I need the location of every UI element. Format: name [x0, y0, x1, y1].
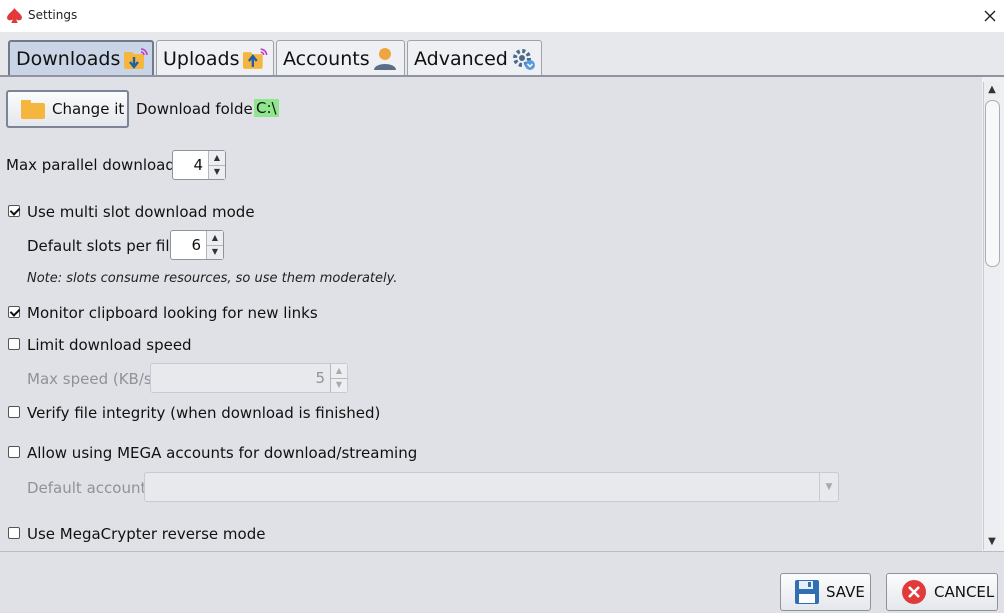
close-icon[interactable]: [978, 4, 1002, 28]
reverse-mode-checkbox[interactable]: [8, 527, 20, 539]
spinner-up-icon[interactable]: ▲: [331, 364, 347, 379]
save-button[interactable]: SAVE: [780, 573, 871, 611]
download-folder-value: C:\: [254, 99, 279, 117]
verify-integrity-label: Verify file integrity (when download is …: [27, 404, 381, 422]
default-account-label: Default account:: [27, 479, 152, 497]
slots-note: Note: slots consume resources, so use th…: [27, 271, 398, 286]
slots-spinner[interactable]: 6 ▲ ▼: [170, 230, 224, 260]
tab-advanced-label: Advanced: [414, 47, 508, 70]
max-speed-spinner[interactable]: 5 ▲ ▼: [150, 363, 348, 393]
title-bar: Settings: [0, 0, 1004, 33]
tab-advanced[interactable]: Advanced: [407, 40, 542, 76]
monitor-clipboard-checkbox[interactable]: [8, 306, 20, 318]
max-speed-label: Max speed (KB/s):: [27, 370, 163, 388]
limit-speed-label: Limit download speed: [27, 336, 192, 354]
monitor-clipboard-label: Monitor clipboard looking for new links: [27, 304, 318, 322]
spinner-down-icon[interactable]: ▼: [207, 245, 223, 259]
slots-value: 6: [191, 236, 201, 254]
default-account-select[interactable]: ▼: [144, 472, 839, 502]
folder-icon: [21, 100, 45, 119]
upload-folder-icon: [243, 47, 268, 69]
change-folder-label: Change it: [52, 100, 125, 118]
slots-label: Default slots per file:: [27, 237, 184, 255]
max-speed-value: 5: [315, 369, 325, 387]
tab-downloads[interactable]: Downloads: [8, 40, 154, 76]
user-icon: [373, 47, 396, 70]
spinner-down-icon[interactable]: ▼: [209, 165, 225, 179]
multi-slot-label: Use multi slot download mode: [27, 203, 255, 221]
download-folder-label: Download folder:: [136, 100, 264, 118]
cancel-button[interactable]: CANCEL: [886, 573, 998, 611]
tab-uploads-label: Uploads: [163, 47, 240, 70]
window-title: Settings: [28, 8, 78, 22]
mega-accounts-checkbox[interactable]: [8, 446, 20, 458]
cancel-label: CANCEL: [934, 583, 995, 601]
max-parallel-spinner[interactable]: 4 ▲ ▼: [172, 150, 226, 180]
scroll-down-icon[interactable]: ▼: [986, 536, 998, 548]
tab-uploads[interactable]: Uploads: [156, 40, 274, 76]
tab-downloads-label: Downloads: [16, 48, 121, 70]
max-parallel-label: Max parallel downloads:: [6, 156, 188, 174]
max-parallel-value: 4: [193, 156, 203, 174]
verify-integrity-checkbox[interactable]: [8, 406, 20, 418]
tab-accounts[interactable]: Accounts: [276, 40, 405, 76]
spinner-up-icon[interactable]: ▲: [209, 151, 225, 166]
spinner-down-icon[interactable]: ▼: [331, 378, 347, 392]
change-folder-button[interactable]: Change it: [6, 90, 129, 128]
tab-accounts-label: Accounts: [283, 47, 370, 70]
gear-icon: [512, 48, 535, 70]
reverse-mode-label: Use MegaCrypter reverse mode: [27, 525, 266, 543]
floppy-disk-icon: [795, 580, 819, 604]
chevron-down-icon[interactable]: ▼: [819, 473, 838, 501]
multi-slot-checkbox[interactable]: [8, 205, 20, 217]
vertical-scrollbar[interactable]: ▲ ▼: [983, 82, 1000, 550]
cancel-icon: [902, 580, 926, 604]
scroll-up-icon[interactable]: ▲: [986, 84, 998, 96]
mega-accounts-label: Allow using MEGA accounts for download/s…: [27, 444, 418, 462]
download-folder-icon: [124, 48, 149, 69]
spinner-up-icon[interactable]: ▲: [207, 231, 223, 246]
spade-app-icon: [7, 8, 22, 23]
tab-bar: Downloads Uploads Accounts Advanced: [0, 32, 1004, 76]
save-label: SAVE: [826, 583, 865, 601]
limit-speed-checkbox[interactable]: [8, 338, 20, 350]
scroll-thumb[interactable]: [985, 100, 1000, 267]
